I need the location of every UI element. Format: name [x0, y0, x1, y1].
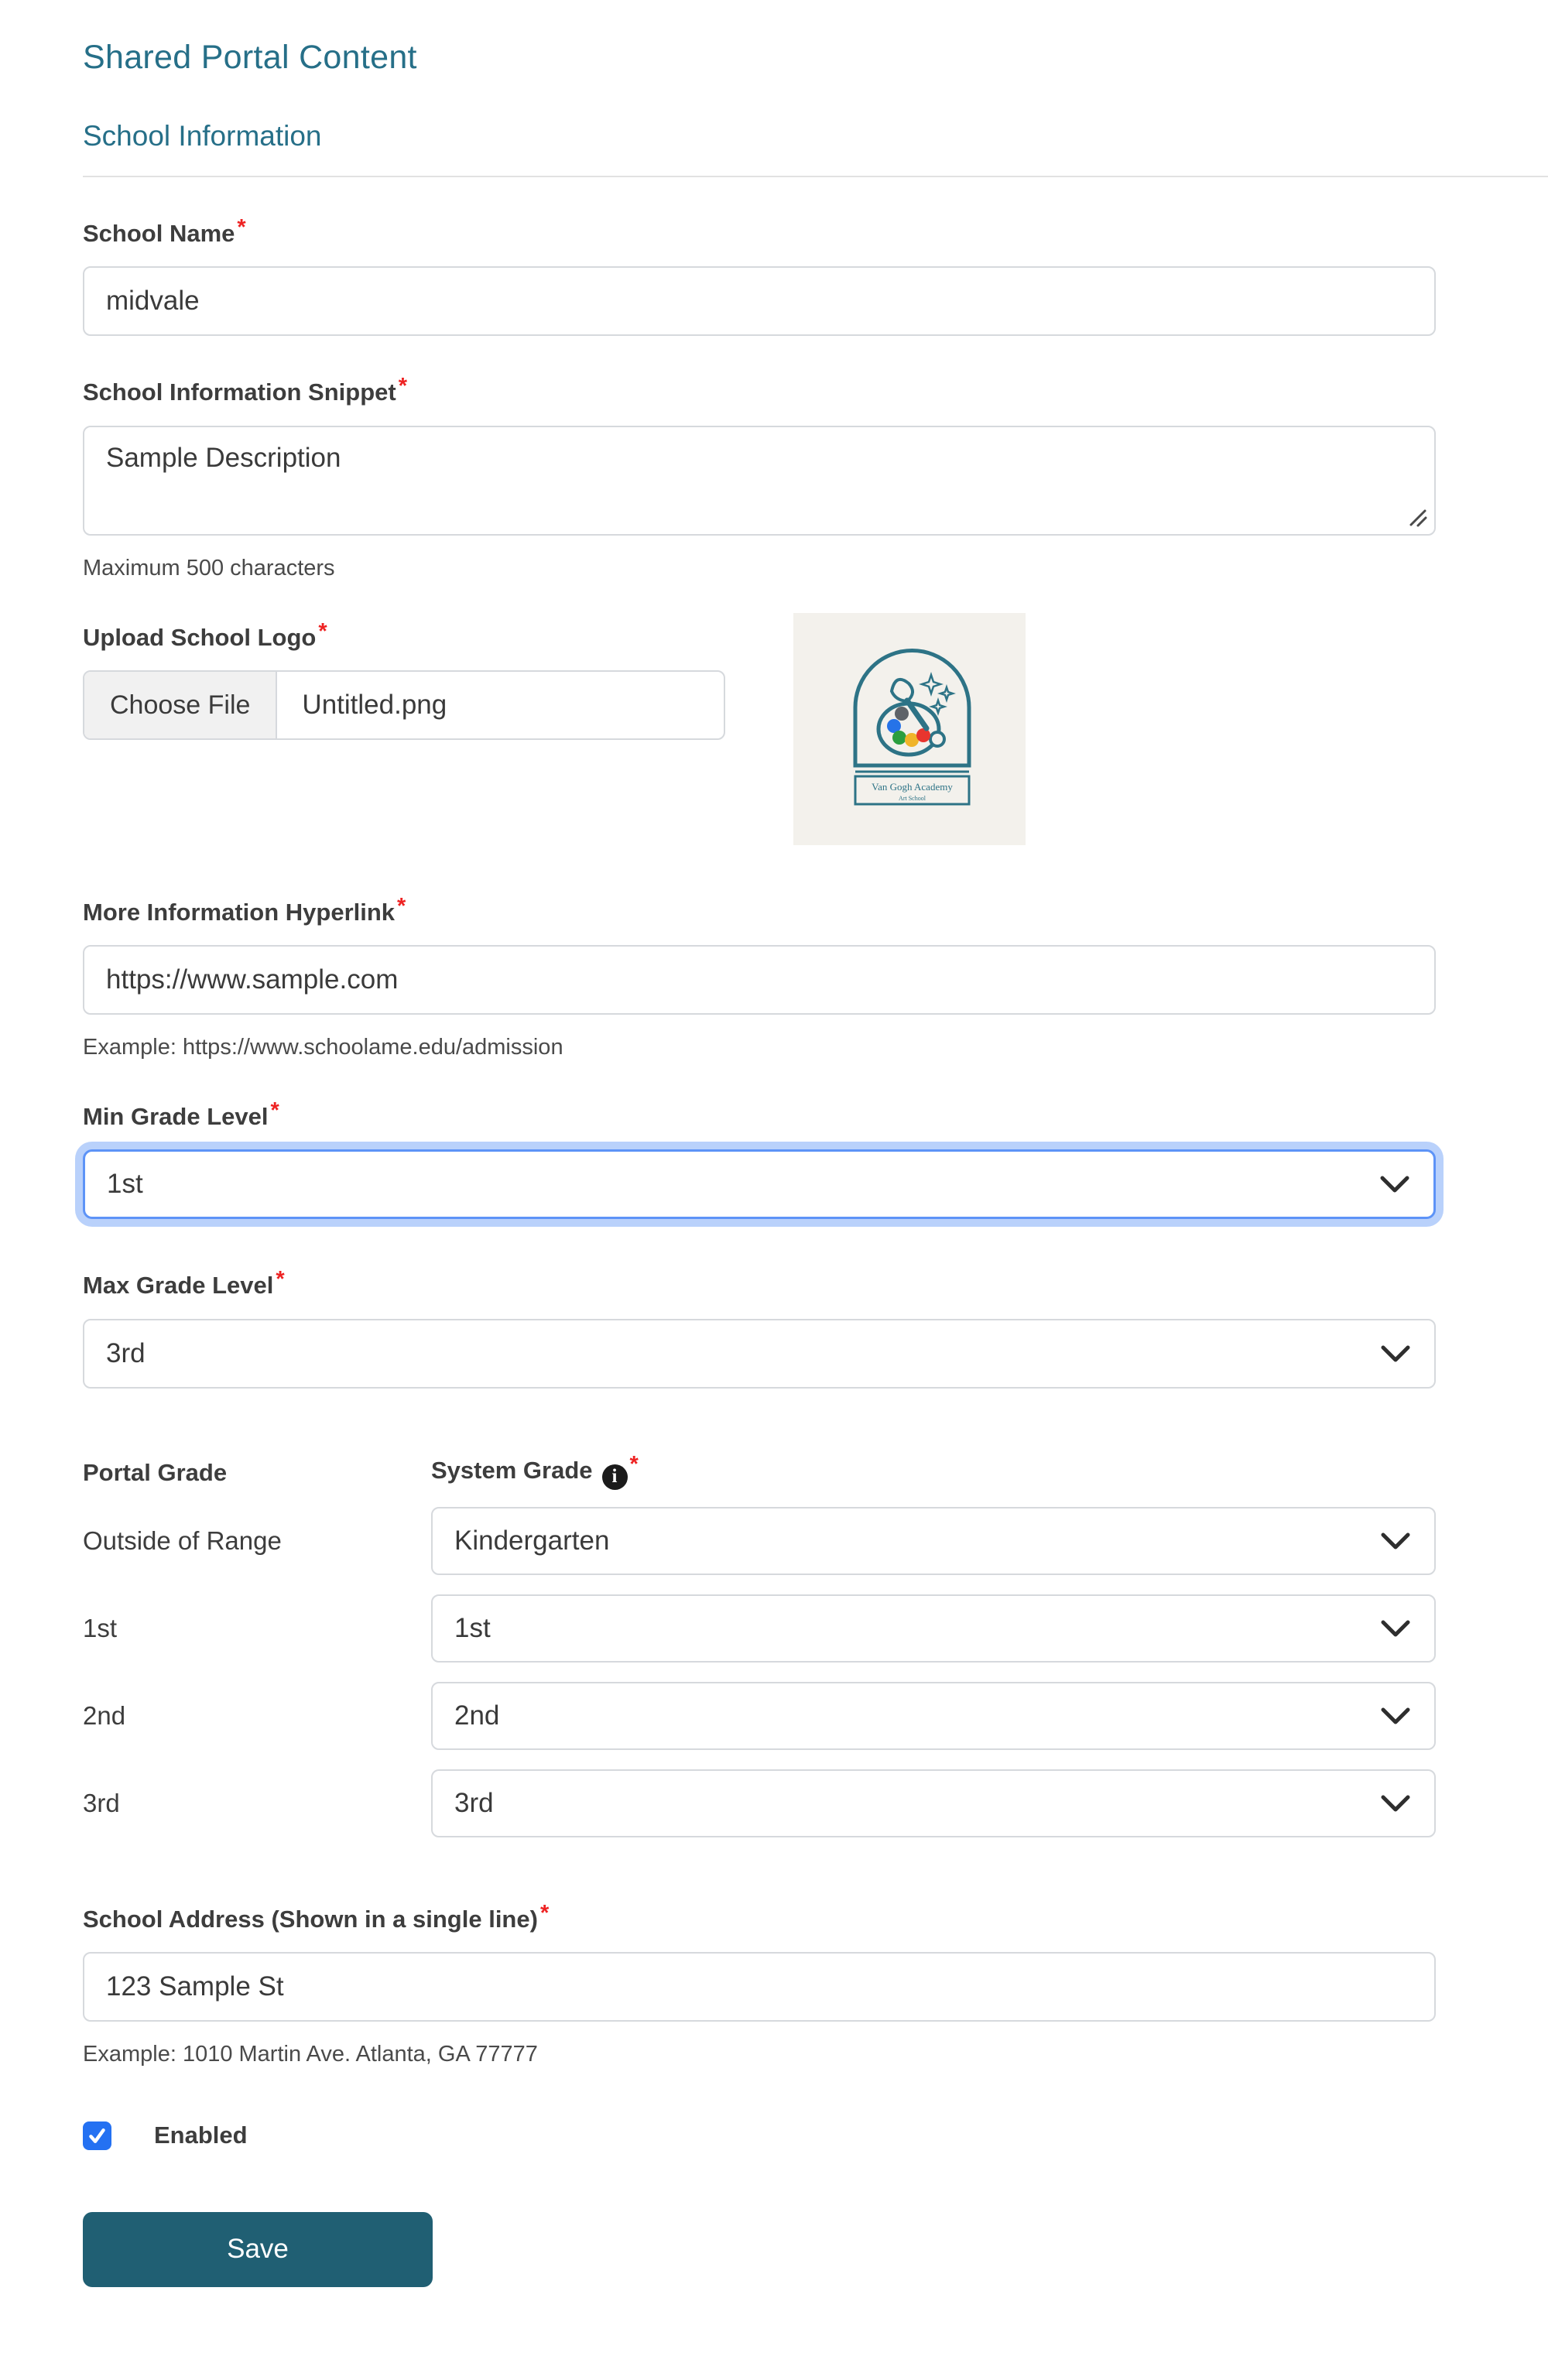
- min-grade-select[interactable]: 1st: [83, 1149, 1436, 1220]
- save-button[interactable]: Save: [83, 2211, 433, 2287]
- max-grade-select[interactable]: 3rd: [83, 1318, 1436, 1389]
- logo-upload-group: Upload School Logo * Choose File Untitled…: [83, 612, 1436, 856]
- min-grade-label: Min Grade Level *: [83, 1098, 279, 1131]
- hyperlink-label: More Information Hyperlink *: [83, 893, 406, 926]
- required-asterisk: *: [539, 1900, 550, 1926]
- address-helper-text: Example: 1010 Martin Ave. Atlanta, GA 77…: [83, 2041, 538, 2067]
- chosen-filename: Untitled.png: [302, 690, 447, 721]
- portal-grade-value: 2nd: [83, 1700, 126, 1730]
- system-grade-select-outside-of-range[interactable]: Kindergarten: [431, 1506, 1436, 1575]
- snippet-group: School Information Snippet * Sample Descr…: [83, 374, 1436, 580]
- grade-mapping-table: Portal Grade System Grade i * Outside of R…: [83, 1452, 1436, 1837]
- grade-row-3rd: 3rd 3rd: [83, 1769, 1436, 1837]
- portal-grade-value: Outside of Range: [83, 1526, 282, 1555]
- grade-row-2nd: 2nd 2nd: [83, 1681, 1436, 1750]
- required-asterisk: *: [318, 618, 327, 644]
- chevron-down-icon: [1381, 1707, 1410, 1724]
- chevron-down-icon: [1381, 1620, 1410, 1637]
- required-asterisk: *: [398, 374, 408, 399]
- portal-grade-value: 1st: [83, 1613, 118, 1642]
- enabled-checkbox[interactable]: [83, 2121, 111, 2150]
- school-name-input[interactable]: midvale: [83, 266, 1436, 337]
- snippet-helper-text: Maximum 500 characters: [83, 555, 335, 580]
- checkmark-icon: [89, 2128, 105, 2143]
- chevron-down-icon: [1381, 1532, 1410, 1550]
- required-asterisk: *: [237, 215, 246, 240]
- section-title: School Information: [83, 120, 1548, 177]
- hyperlink-helper-text: Example: https://www.schoolame.edu/admis…: [83, 1035, 563, 1060]
- required-asterisk: *: [270, 1098, 279, 1124]
- resize-grip-icon[interactable]: [1406, 506, 1428, 528]
- info-icon[interactable]: i: [601, 1464, 628, 1490]
- school-information-form: School Name * midvale School Information …: [83, 215, 1436, 2287]
- chevron-down-icon: [1380, 1176, 1409, 1193]
- grade-table-header: Portal Grade System Grade i *: [83, 1452, 1436, 1490]
- address-group: School Address (Shown in a single line) *…: [83, 1900, 1436, 2067]
- system-grade-header: System Grade i *: [431, 1452, 639, 1490]
- system-grade-select-3rd[interactable]: 3rd: [431, 1769, 1436, 1837]
- snippet-textarea[interactable]: Sample Description: [83, 425, 1436, 536]
- choose-file-button[interactable]: Choose File: [84, 672, 278, 739]
- page-title: Shared Portal Content: [83, 39, 417, 76]
- enabled-row: Enabled: [83, 2121, 1436, 2150]
- address-input[interactable]: 123 Sample St: [83, 1951, 1436, 2022]
- school-name-label: School Name *: [83, 215, 246, 247]
- school-name-group: School Name * midvale: [83, 215, 1436, 337]
- portal-grade-value: 3rd: [83, 1788, 120, 1817]
- grade-row-outside-of-range: Outside of Range Kindergarten: [83, 1506, 1436, 1575]
- max-grade-label: Max Grade Level *: [83, 1267, 285, 1300]
- svg-text:Art School: Art School: [899, 795, 926, 802]
- required-asterisk: *: [276, 1267, 285, 1293]
- address-label: School Address (Shown in a single line) *: [83, 1900, 550, 1933]
- school-logo-preview: Van Gogh Academy Art School: [793, 612, 1026, 845]
- snippet-label: School Information Snippet *: [83, 374, 408, 406]
- logo-upload-label: Upload School Logo *: [83, 618, 327, 651]
- portal-grade-header: Portal Grade: [83, 1459, 228, 1487]
- grade-row-1st: 1st 1st: [83, 1594, 1436, 1663]
- enabled-label: Enabled: [154, 2121, 248, 2149]
- hyperlink-group: More Information Hyperlink * https://www.…: [83, 893, 1436, 1060]
- min-grade-group: Min Grade Level * 1st: [83, 1098, 1436, 1220]
- system-grade-select-2nd[interactable]: 2nd: [431, 1681, 1436, 1750]
- hyperlink-input[interactable]: https://www.sample.com: [83, 945, 1436, 1015]
- chevron-down-icon: [1381, 1795, 1410, 1812]
- system-grade-select-1st[interactable]: 1st: [431, 1594, 1436, 1663]
- required-asterisk: *: [397, 893, 406, 919]
- required-asterisk: *: [629, 1451, 639, 1477]
- svg-text:Van Gogh Academy: Van Gogh Academy: [872, 781, 953, 793]
- chevron-down-icon: [1381, 1345, 1410, 1362]
- max-grade-group: Max Grade Level * 3rd: [83, 1267, 1436, 1389]
- van-gogh-academy-logo-image: Van Gogh Academy Art School: [793, 612, 1026, 845]
- logo-file-input[interactable]: Choose File Untitled.png: [83, 670, 725, 741]
- shared-portal-content-page: Shared Portal Content School Information…: [0, 0, 1548, 2380]
